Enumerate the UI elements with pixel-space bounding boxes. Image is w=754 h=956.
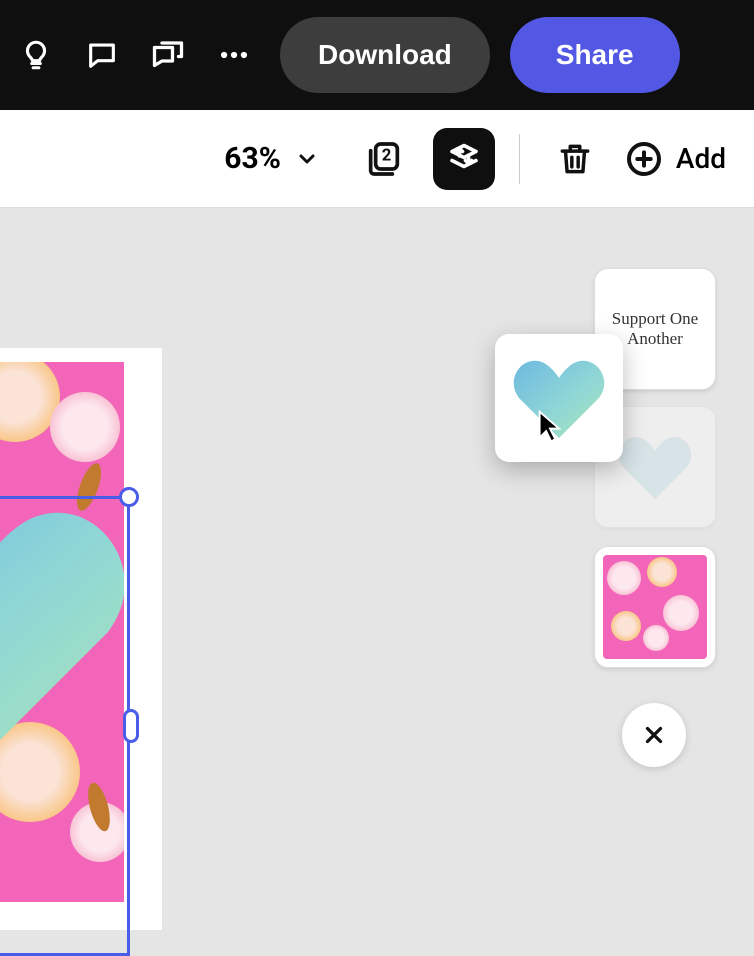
close-icon	[641, 722, 667, 748]
chevron-down-icon	[295, 147, 319, 171]
artboard[interactable]: ne	[0, 348, 162, 930]
collab-icon[interactable]	[138, 25, 198, 85]
artboard-content: ne	[0, 362, 124, 902]
reorder-layers-button[interactable]	[433, 128, 495, 190]
canvas-area[interactable]: ne Support One Another	[0, 208, 754, 930]
flower-shape	[50, 392, 120, 462]
svg-text:2: 2	[382, 146, 392, 165]
floral-mini-preview	[603, 555, 707, 659]
close-panel-button[interactable]	[622, 703, 686, 767]
plus-circle-icon	[624, 139, 664, 179]
top-bar: Download Share	[0, 0, 754, 110]
heart-graphic[interactable]	[0, 472, 124, 792]
dragging-layer-thumb[interactable]	[495, 334, 623, 462]
download-button[interactable]: Download	[280, 17, 490, 93]
lightbulb-icon[interactable]	[6, 25, 66, 85]
zoom-value: 63%	[224, 141, 281, 176]
comment-icon[interactable]	[72, 25, 132, 85]
share-button[interactable]: Share	[510, 17, 680, 93]
add-page-button[interactable]: Add	[624, 139, 726, 179]
add-label: Add	[676, 142, 726, 175]
toolbar-separator	[519, 134, 520, 184]
duplicate-page-button[interactable]: 2	[353, 128, 415, 190]
zoom-dropdown[interactable]: 63%	[224, 141, 319, 176]
layer-thumb-background[interactable]	[594, 546, 716, 668]
more-icon[interactable]	[204, 25, 264, 85]
editor-toolbar: 63% 2 Add	[0, 110, 754, 208]
delete-button[interactable]	[544, 128, 606, 190]
